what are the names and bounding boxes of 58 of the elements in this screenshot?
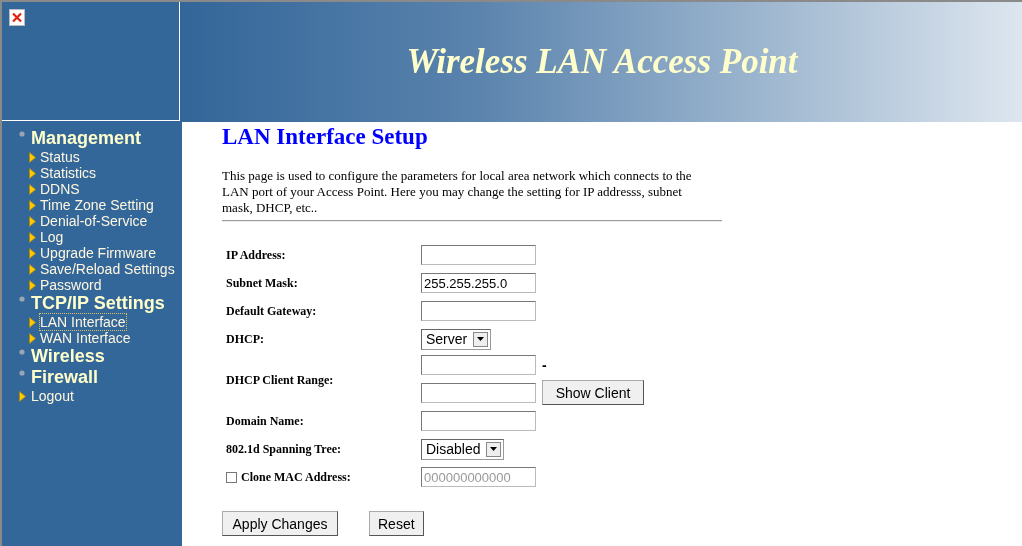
field-label: IP Address: [226,247,286,263]
menu-item[interactable]: Status [40,149,80,165]
arrow-icon [29,332,36,344]
menu-item[interactable]: Save/Reload Settings [40,261,175,277]
arrow-icon [29,279,36,291]
menu-item[interactable]: Log [40,229,64,245]
field-label: Subnet Mask: [226,275,298,291]
menu-item[interactable]: Upgrade Firmware [40,245,156,261]
menu-item[interactable]: Logout [31,388,74,404]
bullet-icon [19,349,25,355]
field-label: Clone MAC Address: [241,469,351,485]
arrow-icon [19,390,26,402]
input-field[interactable] [421,411,536,431]
menu-item[interactable]: Denial-of-Service [40,213,148,229]
field-label: Domain Name: [226,413,304,429]
field-label: DHCP Client Range: [226,372,334,388]
page-description: This page is used to configure the parameters for local area network which connects to the LAN port of your Access Point. Here you may change the setting for IP addresss, subnet mask, DHCP, etc.. [222,168,693,216]
field-label: DHCP: [226,331,264,347]
input-field[interactable] [421,355,536,375]
arrow-icon [29,151,36,163]
bullet-icon [19,370,25,376]
menu-category[interactable]: Firewall [31,367,99,388]
field-label: 802.1d Spanning Tree: [226,441,342,457]
arrow-icon [29,316,36,328]
caret-icon [490,447,498,451]
field-label: Default Gateway: [226,303,317,319]
input-field[interactable]: 255.255.255.0 [421,273,536,293]
menu-item[interactable]: Time Zone Setting [40,197,154,213]
menu-category[interactable]: Wireless [31,346,105,367]
banner-title: Wireless LAN Access Point [406,42,798,82]
input-field[interactable] [421,245,536,265]
menu-category[interactable]: TCP/IP Settings [31,293,165,314]
arrow-icon [29,183,36,195]
arrow-icon [29,167,36,179]
arrow-icon [29,215,36,227]
menu-item[interactable]: WAN Interface [40,330,131,346]
input-field[interactable] [421,301,536,321]
caret-icon [477,337,485,341]
arrow-icon [29,263,36,275]
broken-image-icon [9,9,25,26]
apply-button[interactable]: Apply Changes [222,511,338,536]
page-title: LAN Interface Setup [222,124,429,150]
reset-button[interactable]: Reset [369,511,424,536]
menu-category[interactable]: Management [31,128,142,149]
arrow-icon [29,199,36,211]
menu-item[interactable]: Statistics [40,165,96,181]
menu-item[interactable]: DDNS [40,181,80,197]
bullet-icon [19,131,25,137]
arrow-icon [29,247,36,259]
bullet-icon [19,296,25,302]
arrow-icon [29,231,36,243]
dropdown[interactable]: Server [421,328,492,350]
input-field[interactable] [421,382,536,403]
dropdown[interactable]: Disabled [421,438,505,460]
range-separator: - [542,357,548,373]
menu-item[interactable]: LAN Interface [40,314,126,330]
menu-item[interactable]: Password [40,277,102,293]
show-client-button[interactable]: Show Client [542,380,644,405]
